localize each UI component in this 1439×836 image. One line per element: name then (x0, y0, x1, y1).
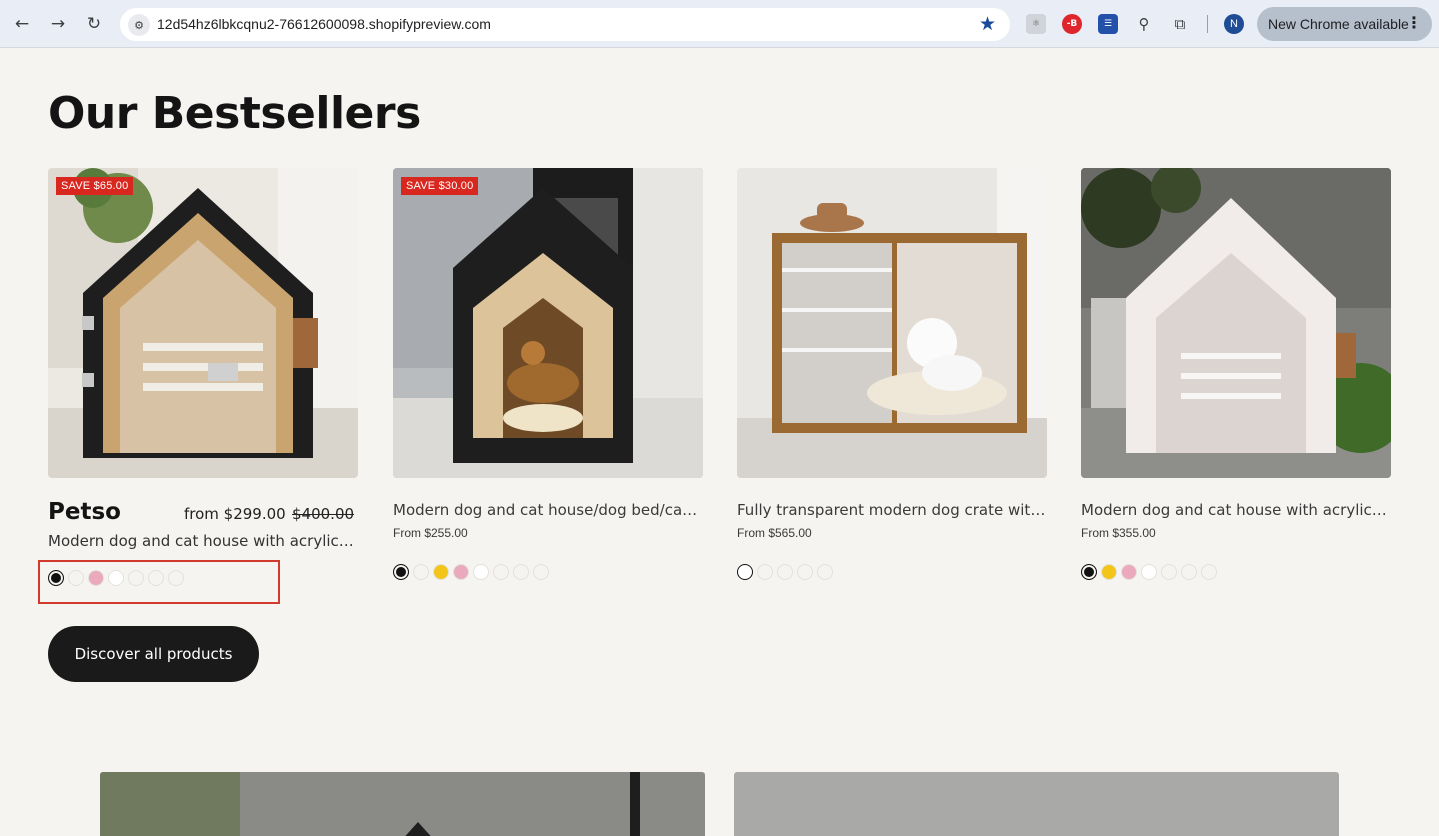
collection-image[interactable] (100, 772, 705, 836)
product-price: From $565.00 (737, 526, 812, 540)
swatch-empty[interactable] (757, 564, 773, 580)
product-price: From $355.00 (1081, 526, 1156, 540)
product-price: from $299.00 (184, 505, 286, 523)
more-vert-icon[interactable]: ⋮ (1406, 13, 1422, 32)
swatch-empty[interactable] (777, 564, 793, 580)
bookmark-star-icon[interactable]: ★ (979, 13, 996, 35)
swatch-pink[interactable] (1121, 564, 1137, 580)
browser-toolbar: ← → ↻ ⚙ 12d54hz6lbkcqnu2-76612600098.sho… (0, 0, 1439, 48)
swatch-white[interactable] (473, 564, 489, 580)
toolbar-divider (1207, 15, 1208, 33)
swatch-empty[interactable] (533, 564, 549, 580)
swatch-white[interactable] (1141, 564, 1157, 580)
compare-price: $400.00 (292, 505, 355, 523)
swatch-selected[interactable] (737, 564, 753, 580)
swatch-black[interactable] (1081, 564, 1097, 580)
swatch-pink[interactable] (453, 564, 469, 580)
swatch-yellow[interactable] (433, 564, 449, 580)
reload-icon[interactable]: ↻ (83, 13, 105, 35)
product-brand[interactable]: Petso (48, 499, 121, 525)
product-card[interactable]: SAVE $65.00 Petso from $299.00 $400.00 M… (48, 168, 358, 586)
profile-avatar[interactable]: N (1224, 14, 1244, 34)
product-image[interactable]: SAVE $30.00 (393, 168, 703, 478)
discover-all-products-button[interactable]: Discover all products (48, 626, 259, 682)
swatch-yellow[interactable] (1101, 564, 1117, 580)
product-title[interactable]: Modern dog and cat house with acrylic do… (1081, 501, 1391, 519)
product-title[interactable]: Fully transparent modern dog crate with … (737, 501, 1047, 519)
forward-icon[interactable]: → (47, 13, 69, 35)
update-label: New Chrome available (1268, 16, 1409, 32)
extension-icon[interactable]: -B (1062, 14, 1082, 34)
swatch-empty[interactable] (797, 564, 813, 580)
site-info-icon[interactable]: ⚙ (128, 14, 150, 36)
url-text[interactable]: 12d54hz6lbkcqnu2-76612600098.shopifyprev… (157, 16, 491, 32)
swatch-empty[interactable] (413, 564, 429, 580)
product-card[interactable]: Fully transparent modern dog crate with … (737, 168, 1047, 580)
sale-badge: SAVE $30.00 (401, 177, 479, 195)
section-title: Our Bestsellers (48, 88, 421, 139)
collection-image[interactable] (734, 772, 1339, 836)
extensions-puzzle-icon[interactable]: ⧉ (1170, 14, 1190, 34)
swatch-empty[interactable] (1201, 564, 1217, 580)
product-image[interactable] (737, 168, 1047, 478)
chrome-update-button[interactable]: New Chrome available ⋮ (1257, 7, 1432, 41)
color-swatches (1081, 564, 1217, 580)
location-pin-icon[interactable]: ⚲ (1134, 14, 1154, 34)
back-icon[interactable]: ← (11, 13, 33, 35)
product-image[interactable] (1081, 168, 1391, 478)
swatch-black[interactable] (393, 564, 409, 580)
swatch-empty[interactable] (1161, 564, 1177, 580)
product-title[interactable]: Modern dog and cat house/dog bed/cat bed… (393, 501, 703, 519)
color-swatches (393, 564, 549, 580)
swatch-empty[interactable] (817, 564, 833, 580)
swatch-empty[interactable] (1181, 564, 1197, 580)
product-price: From $255.00 (393, 526, 468, 540)
product-title[interactable]: Modern dog and cat house with acrylic do… (48, 532, 358, 550)
swatch-empty[interactable] (513, 564, 529, 580)
product-card[interactable]: Modern dog and cat house with acrylic do… (1081, 168, 1391, 580)
address-bar[interactable]: ⚙ 12d54hz6lbkcqnu2-76612600098.shopifypr… (120, 8, 1010, 41)
swatch-empty[interactable] (493, 564, 509, 580)
extension-icon[interactable]: ☰ (1098, 14, 1118, 34)
product-image[interactable]: SAVE $65.00 (48, 168, 358, 478)
product-card[interactable]: SAVE $30.00 Modern dog and cat house/dog… (393, 168, 703, 580)
sale-badge: SAVE $65.00 (56, 177, 134, 195)
highlight-box (38, 560, 280, 604)
extension-icon[interactable]: ⚛ (1026, 14, 1046, 34)
color-swatches (737, 564, 833, 580)
